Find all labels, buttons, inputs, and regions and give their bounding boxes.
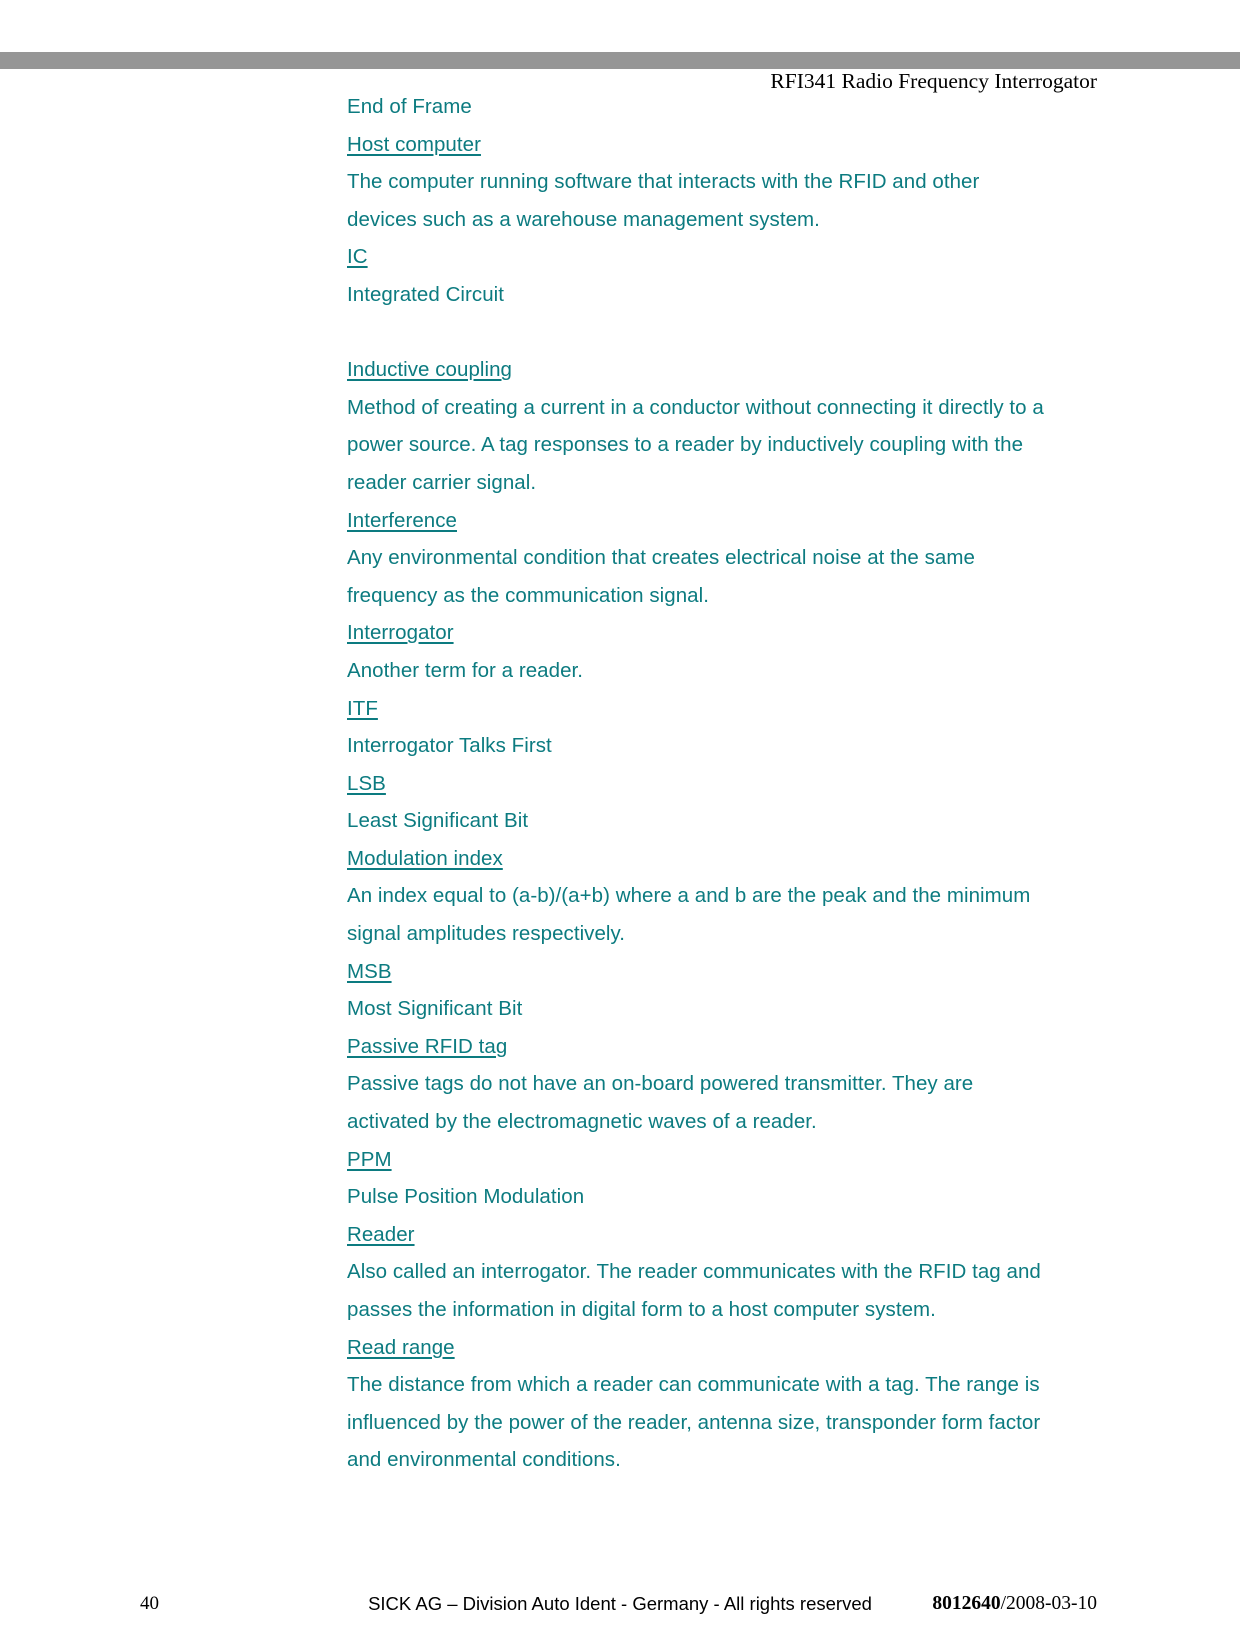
glossary-definition-line: devices such as a warehouse management s… [347, 207, 820, 231]
glossary-definition-line: Least Significant Bit [347, 809, 529, 833]
glossary-term: Interrogator [347, 621, 454, 645]
glossary-definition-line: An index equal to (a-b)/(a+b) where a an… [347, 884, 1031, 908]
page-footer: 40 SICK AG – Division Auto Ident - Germa… [0, 1592, 1240, 1622]
footer-document-id: 8012640/2008-03-10 [0, 1592, 1097, 1616]
glossary-definition-line: signal amplitudes respectively. [347, 922, 626, 946]
glossary-term: Passive RFID tag [347, 1034, 508, 1058]
glossary-term: IC [347, 245, 368, 269]
glossary-term: Host computer [347, 132, 481, 156]
glossary-definition-line: Any environmental condition that creates… [347, 546, 975, 570]
glossary-definition-line: Also called an interrogator. The reader … [347, 1260, 1041, 1284]
glossary-term: ITF [347, 696, 378, 720]
glossary-definition-line: Interrogator Talks First [347, 734, 552, 758]
glossary-definition-line: activated by the electromagnetic waves o… [347, 1110, 817, 1134]
glossary-term: Reader [347, 1222, 415, 1246]
glossary-definition-line: Method of creating a current in a conduc… [347, 395, 1044, 419]
glossary-term: PPM [347, 1147, 392, 1171]
glossary-content: End of Frame Host computer The computer ru… [347, 88, 1107, 1479]
glossary-definition-line: passes the information in digital form t… [347, 1298, 936, 1321]
glossary-term: Modulation index [347, 846, 503, 870]
glossary-term: LSB [347, 771, 386, 795]
glossary-definition-line: Pulse Position Modulation [347, 1185, 585, 1209]
footer-document-number: 8012640 [932, 1593, 1001, 1614]
glossary-term: MSB [347, 959, 392, 983]
glossary-definition-line: influenced by the power of the reader, a… [347, 1410, 1041, 1434]
glossary-definition-line: End of Frame [347, 95, 472, 118]
glossary-term: Interference [347, 508, 457, 532]
header-rule [0, 52, 1240, 69]
glossary-definition-line: Most Significant Bit [347, 997, 523, 1021]
glossary-definition-line: Passive tags do not have an on-board pow… [347, 1072, 974, 1096]
footer-document-date: /2008-03-10 [1000, 1593, 1097, 1614]
glossary-definition-line: power source. A tag responses to a reade… [347, 433, 1024, 457]
glossary-definition-line: The computer running software that inter… [347, 170, 980, 194]
glossary-definition-line: and environmental conditions. [347, 1448, 621, 1472]
glossary-definition-line: The distance from which a reader can com… [347, 1373, 1040, 1397]
glossary-definition-line: Integrated Circuit [347, 282, 505, 306]
glossary-definition-line: reader carrier signal. [347, 470, 537, 494]
glossary-definition-line: Another term for a reader. [347, 658, 584, 682]
glossary-term: Inductive coupling [347, 358, 513, 382]
glossary-term: Read range [347, 1335, 455, 1359]
glossary-definition-line: frequency as the communication signal. [347, 583, 709, 607]
